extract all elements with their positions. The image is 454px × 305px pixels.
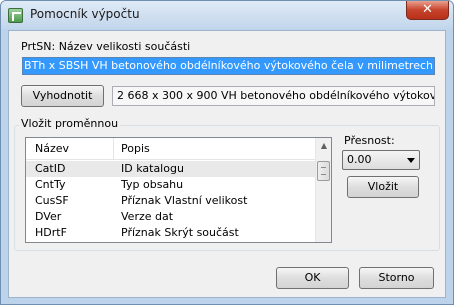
- variable-name: DVer: [35, 210, 62, 223]
- variable-description: Verze dat: [121, 210, 174, 223]
- variable-description: Příznak Vlastní velikost: [121, 194, 248, 207]
- column-divider[interactable]: [113, 138, 114, 160]
- evaluated-result-field: 2 668 x 300 x 900 VH betonového obdélník…: [112, 86, 435, 106]
- formula-input-text: SHBW x SHBTh x SBSH VH betonového obdéln…: [23, 59, 433, 72]
- list-item[interactable]: DVer Verze dat: [26, 209, 315, 225]
- insert-variable-button[interactable]: Vložit: [347, 176, 419, 198]
- variable-description: Příznak Skrýt součást: [121, 226, 239, 239]
- calculator-assistant-window: Pomocník výpočtu ✕ PrtSN: Název velikost…: [0, 0, 454, 305]
- variable-name: CusSF: [35, 194, 69, 207]
- ok-button[interactable]: OK: [276, 267, 349, 289]
- variable-description: Typ obsahu: [121, 178, 184, 191]
- precision-dropdown[interactable]: 0.00: [342, 150, 420, 170]
- variable-description: ID katalogu: [121, 162, 184, 175]
- variable-name: HDrtF: [35, 226, 67, 239]
- evaluate-button[interactable]: Vyhodnotit: [21, 85, 104, 107]
- column-header-description[interactable]: Popis: [121, 142, 150, 155]
- precision-label: Přesnost:: [344, 134, 395, 147]
- dialog-body: PrtSN: Název velikosti součásti SHBW x S…: [8, 30, 446, 298]
- formula-input[interactable]: SHBW x SHBTh x SBSH VH betonového obdéln…: [22, 57, 435, 75]
- variable-list-scrollbar[interactable]: ▲: [315, 138, 331, 242]
- cancel-button[interactable]: Storno: [359, 267, 434, 289]
- window-title: Pomocník výpočtu: [30, 7, 140, 21]
- variable-name: CntTy: [35, 178, 66, 191]
- variable-list[interactable]: Název Popis CatID ID katalogu CntTy Typ …: [25, 137, 332, 243]
- precision-selected-value: 0.00: [347, 153, 372, 166]
- formula-label: PrtSN: Název velikosti součásti: [21, 40, 191, 53]
- list-item[interactable]: CatID ID katalogu: [26, 161, 315, 177]
- list-item[interactable]: HDrtF Příznak Skrýt součást: [26, 225, 315, 241]
- app-icon: [8, 8, 23, 23]
- title-bar[interactable]: Pomocník výpočtu ✕: [1, 1, 453, 29]
- column-header-name[interactable]: Název: [35, 142, 69, 155]
- close-button[interactable]: ✕: [406, 1, 449, 20]
- variable-name: CatID: [35, 162, 66, 175]
- list-item[interactable]: CntTy Typ obsahu: [26, 177, 315, 193]
- insert-variable-group-label: Vložit proměnnou: [19, 117, 121, 130]
- variable-list-header: Název Popis: [26, 138, 315, 160]
- scrollbar-thumb[interactable]: [317, 161, 330, 181]
- scroll-up-arrow-icon[interactable]: ▲: [316, 138, 331, 154]
- chevron-down-icon[interactable]: [407, 158, 415, 163]
- list-item[interactable]: CusSF Příznak Vlastní velikost: [26, 193, 315, 209]
